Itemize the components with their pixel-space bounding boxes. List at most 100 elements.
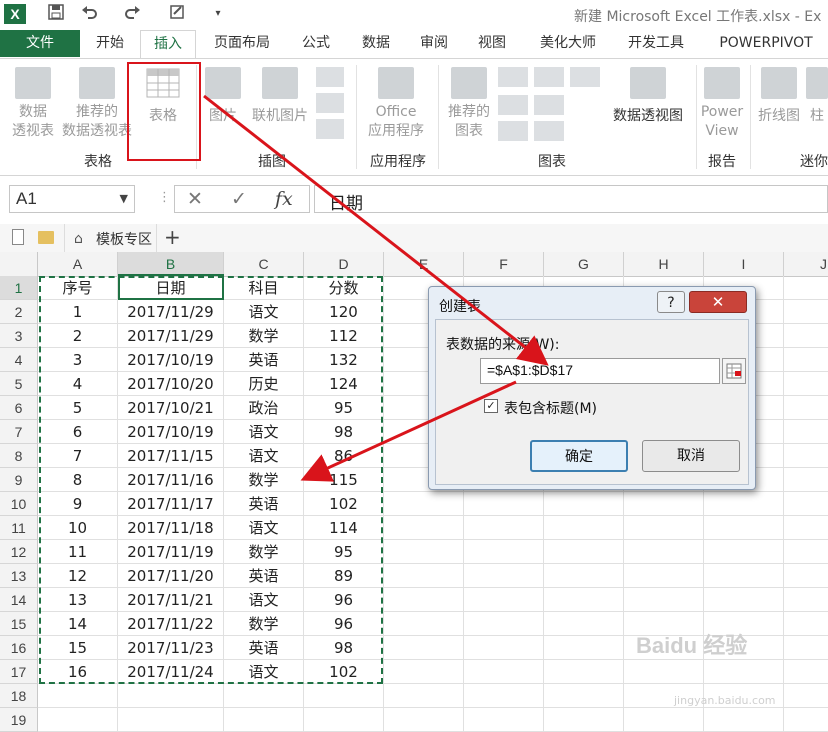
scatter-chart-icon[interactable]: [534, 121, 564, 141]
cell-j[interactable]: [784, 540, 828, 563]
has-headers-checkbox[interactable]: ✓: [484, 399, 498, 413]
cell-j[interactable]: [784, 300, 828, 323]
save-icon[interactable]: [46, 4, 66, 24]
close-button[interactable]: ✕: [689, 291, 747, 313]
row-header[interactable]: 10: [0, 492, 38, 516]
cell-g[interactable]: [544, 708, 624, 731]
shapes-icon[interactable]: [316, 67, 344, 87]
cell-j[interactable]: [784, 516, 828, 539]
cell-i[interactable]: [704, 588, 784, 611]
cell-b[interactable]: 2017/11/16: [118, 468, 224, 491]
cell-f[interactable]: [464, 516, 544, 539]
cell-b[interactable]: 2017/11/29: [118, 300, 224, 323]
cell-i[interactable]: [704, 660, 784, 683]
cell-j[interactable]: [784, 684, 828, 707]
cell-j[interactable]: [784, 276, 828, 299]
row-header[interactable]: 3: [0, 324, 38, 348]
tab-beautify[interactable]: 美化大师: [528, 30, 608, 57]
cell-b[interactable]: [118, 684, 224, 707]
name-box[interactable]: A1 ▼: [9, 185, 135, 213]
online-picture-button[interactable]: 联机图片: [248, 67, 312, 126]
tab-home[interactable]: 开始: [84, 30, 136, 57]
qat-dropdown-icon[interactable]: ▾: [208, 4, 228, 24]
cell-b[interactable]: 2017/10/20: [118, 372, 224, 395]
cell-f[interactable]: [464, 612, 544, 635]
column-header-c[interactable]: C: [224, 252, 304, 276]
row-header[interactable]: 16: [0, 636, 38, 660]
other-chart-icon[interactable]: [570, 67, 600, 87]
cell-d[interactable]: 分数: [304, 276, 384, 299]
cell-b[interactable]: 日期: [118, 276, 224, 299]
tab-data[interactable]: 数据: [350, 30, 402, 57]
row-header[interactable]: 17: [0, 660, 38, 684]
cell-b[interactable]: 2017/10/19: [118, 420, 224, 443]
tab-view[interactable]: 视图: [466, 30, 518, 57]
cell-b[interactable]: 2017/11/23: [118, 636, 224, 659]
recommended-charts-button[interactable]: 推荐的 图表: [444, 67, 494, 141]
row-header[interactable]: 13: [0, 564, 38, 588]
cell-h[interactable]: [624, 588, 704, 611]
cell-a[interactable]: 11: [38, 540, 118, 563]
range-input[interactable]: =$A$1:$D$17: [480, 358, 720, 384]
cell-h[interactable]: [624, 708, 704, 731]
cell-j[interactable]: [784, 588, 828, 611]
cell-b[interactable]: 2017/11/18: [118, 516, 224, 539]
cell-a[interactable]: [38, 684, 118, 707]
cell-f[interactable]: [464, 588, 544, 611]
row-header[interactable]: 9: [0, 468, 38, 492]
cell-f[interactable]: [464, 564, 544, 587]
cell-a[interactable]: 9: [38, 492, 118, 515]
cell-f[interactable]: [464, 636, 544, 659]
office-apps-button[interactable]: Office 应用程序: [360, 67, 432, 141]
cell-h[interactable]: [624, 516, 704, 539]
cell-e[interactable]: [384, 612, 464, 635]
cell-e[interactable]: [384, 588, 464, 611]
cell-d[interactable]: 86: [304, 444, 384, 467]
cell-i[interactable]: [704, 540, 784, 563]
cell-j[interactable]: [784, 636, 828, 659]
row-header[interactable]: 12: [0, 540, 38, 564]
cell-c[interactable]: 数学: [224, 468, 304, 491]
customize-icon[interactable]: [168, 4, 188, 24]
pie-chart-icon[interactable]: [498, 121, 528, 141]
cell-j[interactable]: [784, 660, 828, 683]
column-header-g[interactable]: G: [544, 252, 624, 276]
cell-b[interactable]: 2017/11/29: [118, 324, 224, 347]
cell-h[interactable]: [624, 540, 704, 563]
cell-d[interactable]: 124: [304, 372, 384, 395]
cell-d[interactable]: 96: [304, 588, 384, 611]
cell-j[interactable]: [784, 396, 828, 419]
cell-j[interactable]: [784, 372, 828, 395]
select-all-corner[interactable]: [0, 252, 38, 276]
cell-i[interactable]: [704, 516, 784, 539]
cell-f[interactable]: [464, 492, 544, 515]
cell-a[interactable]: 14: [38, 612, 118, 635]
cell-j[interactable]: [784, 444, 828, 467]
column-header-f[interactable]: F: [464, 252, 544, 276]
cell-c[interactable]: 政治: [224, 396, 304, 419]
cell-b[interactable]: 2017/11/24: [118, 660, 224, 683]
cancel-icon[interactable]: ✕: [187, 188, 203, 210]
chevron-down-icon[interactable]: ▼: [120, 192, 128, 205]
cell-c[interactable]: [224, 708, 304, 731]
cell-c[interactable]: 语文: [224, 300, 304, 323]
cell-d[interactable]: 132: [304, 348, 384, 371]
cell-h[interactable]: [624, 564, 704, 587]
tab-file[interactable]: 文件: [0, 30, 80, 57]
cell-i[interactable]: [704, 564, 784, 587]
bar-chart-icon[interactable]: [534, 67, 564, 87]
cell-c[interactable]: 数学: [224, 324, 304, 347]
cell-i[interactable]: [704, 708, 784, 731]
cell-c[interactable]: 数学: [224, 540, 304, 563]
row-header[interactable]: 4: [0, 348, 38, 372]
cell-g[interactable]: [544, 492, 624, 515]
cell-b[interactable]: [118, 708, 224, 731]
cell-a[interactable]: 13: [38, 588, 118, 611]
ok-button[interactable]: 确定: [530, 440, 628, 472]
cell-d[interactable]: 102: [304, 492, 384, 515]
cell-b[interactable]: 2017/10/21: [118, 396, 224, 419]
recommended-pivot-button[interactable]: 推荐的 数据透视表: [60, 67, 134, 141]
cell-c[interactable]: 语文: [224, 660, 304, 683]
cell-b[interactable]: 2017/11/17: [118, 492, 224, 515]
help-button[interactable]: ?: [657, 291, 685, 313]
